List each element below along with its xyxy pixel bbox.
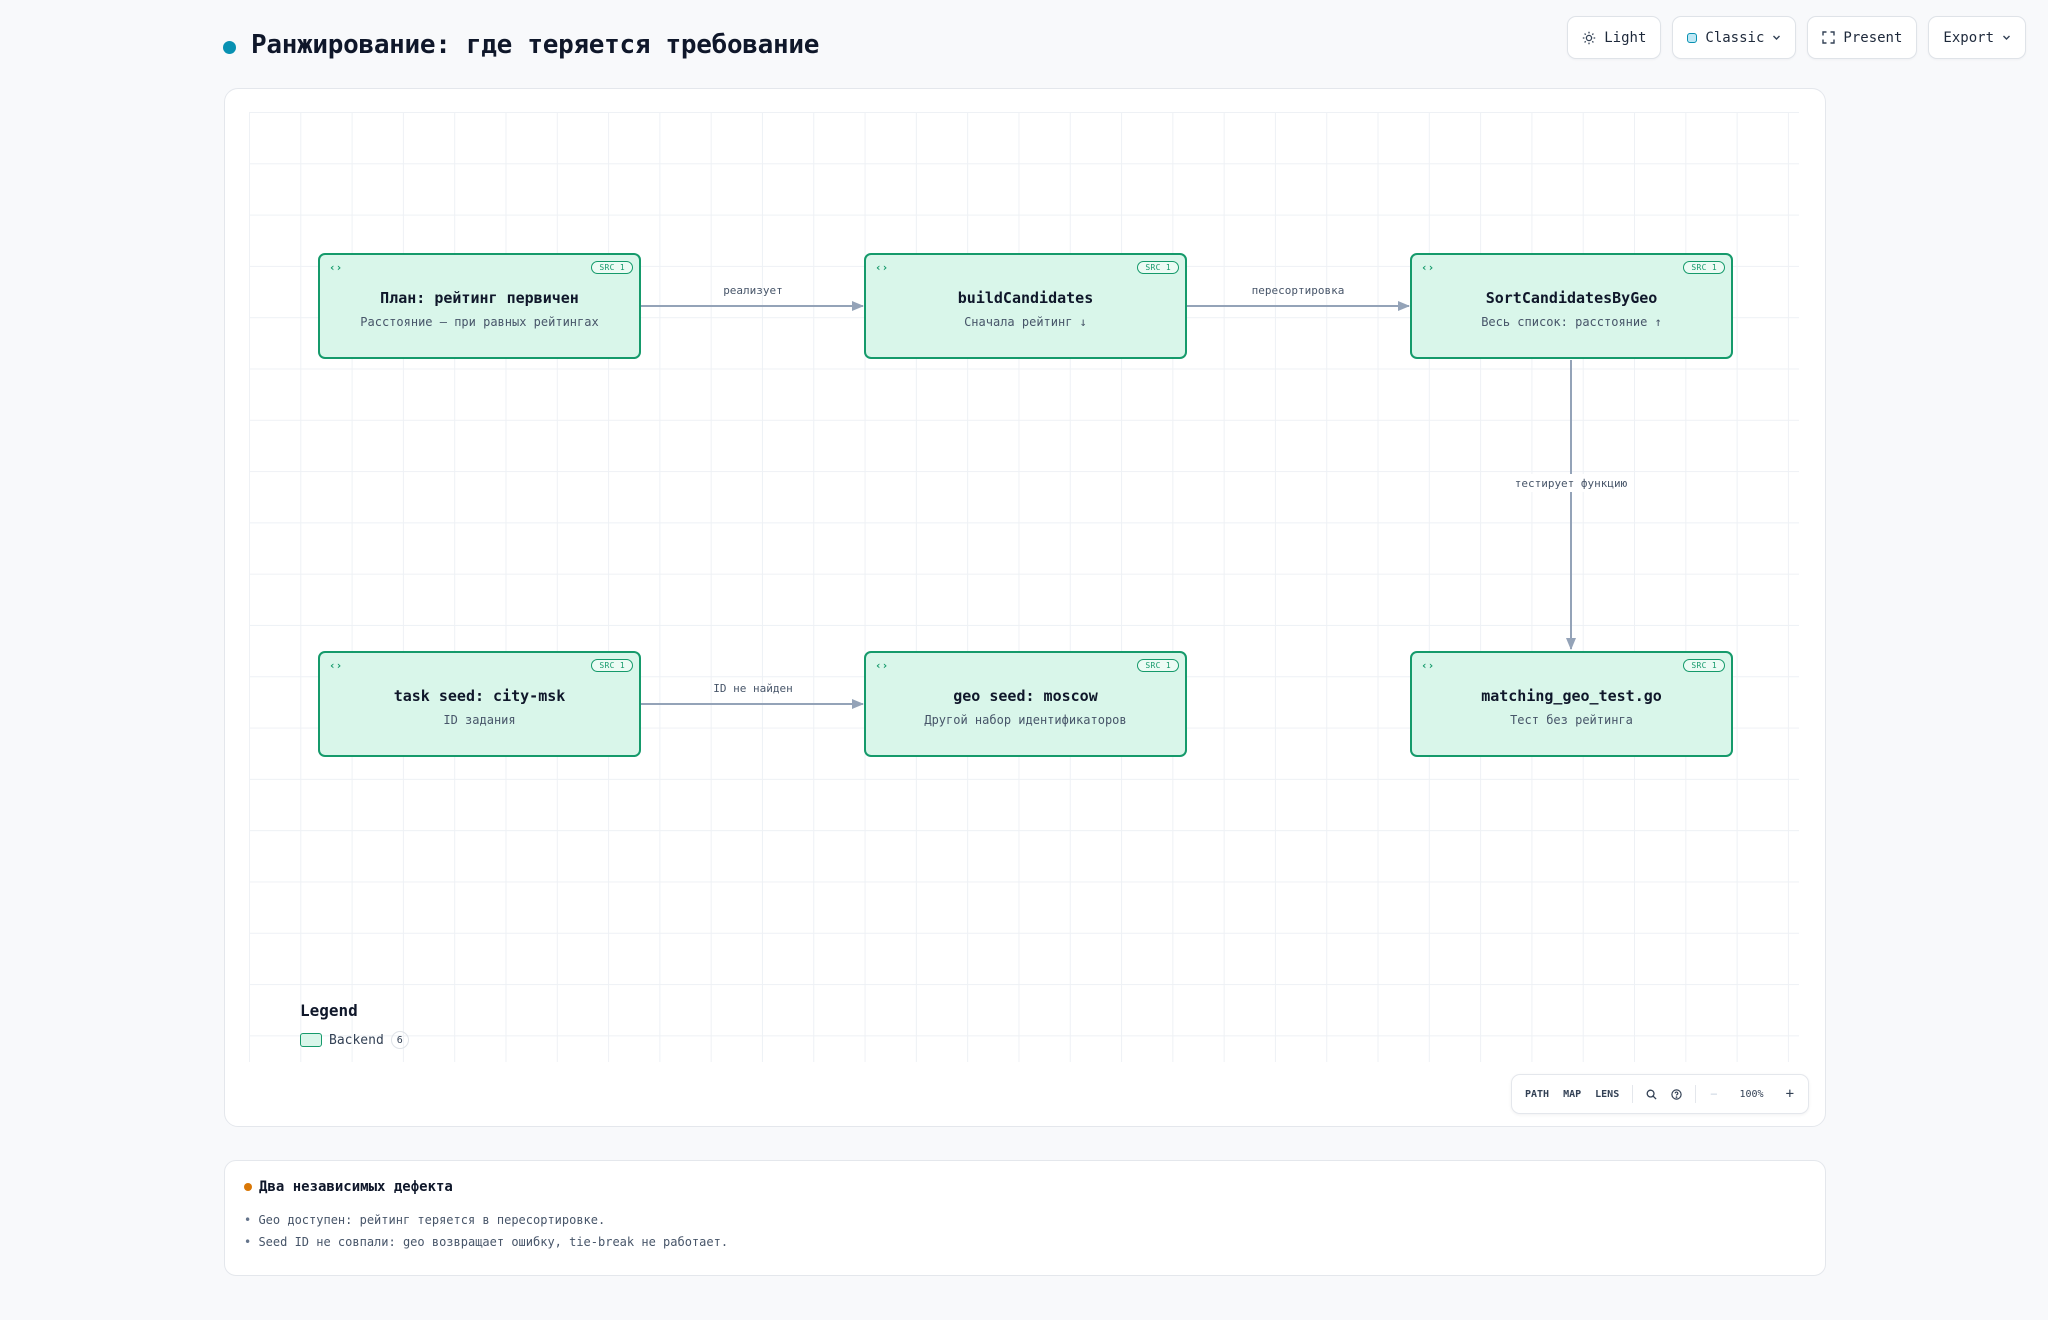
notes-header: Два независимых дефекта — [244, 1179, 1806, 1195]
node-matching-geo-test[interactable]: ‹› SRC 1 matching_geo_test.go Тест без р… — [1410, 651, 1733, 757]
help-icon[interactable] — [1664, 1088, 1689, 1100]
chevron-down-icon — [2002, 33, 2011, 42]
list-item: Geo доступен: рейтинг теряется в пересор… — [244, 1209, 1806, 1231]
diagram-canvas[interactable]: реализует пересортировка тестирует функц… — [224, 88, 1826, 1127]
legend-item-backend[interactable]: Backend 6 — [300, 1031, 409, 1049]
controls-divider — [1695, 1085, 1697, 1103]
code-icon: ‹› — [329, 261, 343, 274]
edge-label: пересортировка — [1252, 284, 1345, 297]
node-title: SortCandidatesByGeo — [1485, 289, 1658, 307]
lens-button[interactable]: LENS — [1588, 1089, 1626, 1100]
edge-label: реализует — [723, 284, 783, 297]
zoom-in-button[interactable]: + — [1778, 1086, 1802, 1102]
edge-build-sort[interactable]: пересортировка — [1187, 284, 1410, 311]
node-title: geo seed: moscow — [953, 687, 1098, 705]
present-button[interactable]: Present — [1807, 16, 1918, 59]
canvas-controls: PATH MAP LENS − 100% + — [1510, 1074, 1809, 1114]
notes-list: Geo доступен: рейтинг теряется в пересор… — [244, 1209, 1806, 1253]
legend: Legend Backend 6 — [300, 1001, 409, 1049]
src-badge[interactable]: SRC 1 — [1137, 659, 1179, 672]
node-plan[interactable]: ‹› SRC 1 План: рейтинг первичен Расстоян… — [318, 253, 641, 359]
page-title: Ранжирование: где теряется требование — [251, 30, 820, 60]
export-button[interactable]: Export — [1928, 16, 2026, 59]
node-sort-candidates[interactable]: ‹› SRC 1 SortCandidatesByGeo Весь список… — [1410, 253, 1733, 359]
legend-title: Legend — [300, 1001, 358, 1020]
sun-icon — [1582, 31, 1596, 45]
theme-toggle-button[interactable]: Light — [1567, 16, 1662, 59]
theme-label: Light — [1604, 29, 1647, 46]
map-button[interactable]: MAP — [1556, 1089, 1588, 1100]
code-icon: ‹› — [329, 659, 343, 672]
code-icon: ‹› — [1421, 261, 1435, 274]
notes-title: Два независимых дефекта — [259, 1179, 453, 1195]
code-icon: ‹› — [875, 261, 889, 274]
node-title: buildCandidates — [957, 289, 1094, 307]
notes-status-dot — [244, 1183, 252, 1191]
node-title: matching_geo_test.go — [1481, 687, 1662, 705]
export-label: Export — [1943, 29, 1994, 46]
src-badge[interactable]: SRC 1 — [591, 659, 633, 672]
toolbar: Light Classic Present Export — [1567, 16, 2026, 59]
list-item: Seed ID не совпали: geo возвращает ошибк… — [244, 1231, 1806, 1253]
src-badge[interactable]: SRC 1 — [1683, 261, 1725, 274]
code-icon: ‹› — [875, 659, 889, 672]
zoom-out-button[interactable]: − — [1702, 1087, 1725, 1101]
edge-layer: реализует пересортировка тестирует функц… — [641, 284, 1628, 709]
chevron-down-icon — [1772, 33, 1781, 42]
path-button[interactable]: PATH — [1518, 1089, 1556, 1100]
node-subtitle: Расстояние — при равных рейтингах — [360, 315, 599, 329]
src-badge[interactable]: SRC 1 — [1137, 261, 1179, 274]
node-subtitle: Весь список: расстояние ↑ — [1481, 315, 1662, 329]
legend-item-label: Backend — [329, 1032, 384, 1048]
fullscreen-icon — [1822, 31, 1836, 44]
node-subtitle: Сначала рейтинг ↓ — [964, 315, 1087, 329]
style-swatch-icon — [1687, 32, 1698, 43]
legend-item-count: 6 — [390, 1031, 409, 1049]
edge-plan-build[interactable]: реализует — [641, 284, 864, 311]
node-subtitle: ID задания — [443, 713, 516, 727]
edge-sort-test[interactable]: тестирует функцию — [1515, 360, 1628, 650]
style-label: Classic — [1705, 29, 1765, 46]
code-icon: ‹› — [1421, 659, 1435, 672]
style-select[interactable]: Classic — [1672, 16, 1797, 59]
controls-divider — [1632, 1085, 1634, 1103]
src-badge[interactable]: SRC 1 — [1683, 659, 1725, 672]
edge-label: тестирует функцию — [1515, 477, 1628, 490]
node-build-candidates[interactable]: ‹› SRC 1 buildCandidates Сначала рейтинг… — [864, 253, 1187, 359]
node-title: task seed: city-msk — [393, 687, 566, 705]
edge-task-geo[interactable]: ID не найден — [641, 682, 864, 709]
node-title: План: рейтинг первичен — [380, 289, 579, 307]
node-subtitle: Другой набор идентификаторов — [924, 713, 1127, 727]
title-status-dot — [223, 41, 236, 54]
src-badge[interactable]: SRC 1 — [591, 261, 633, 274]
node-task-seed[interactable]: ‹› SRC 1 task seed: city-msk ID задания — [318, 651, 641, 757]
node-subtitle: Тест без рейтинга — [1510, 713, 1633, 727]
notes-panel: Два независимых дефекта Geo доступен: ре… — [224, 1160, 1826, 1276]
node-geo-seed[interactable]: ‹› SRC 1 geo seed: moscow Другой набор и… — [864, 651, 1187, 757]
search-icon[interactable] — [1639, 1089, 1664, 1100]
legend-swatch — [300, 1033, 322, 1047]
present-label: Present — [1843, 29, 1903, 46]
zoom-level: 100% — [1739, 1088, 1764, 1100]
edge-label: ID не найден — [713, 682, 792, 695]
